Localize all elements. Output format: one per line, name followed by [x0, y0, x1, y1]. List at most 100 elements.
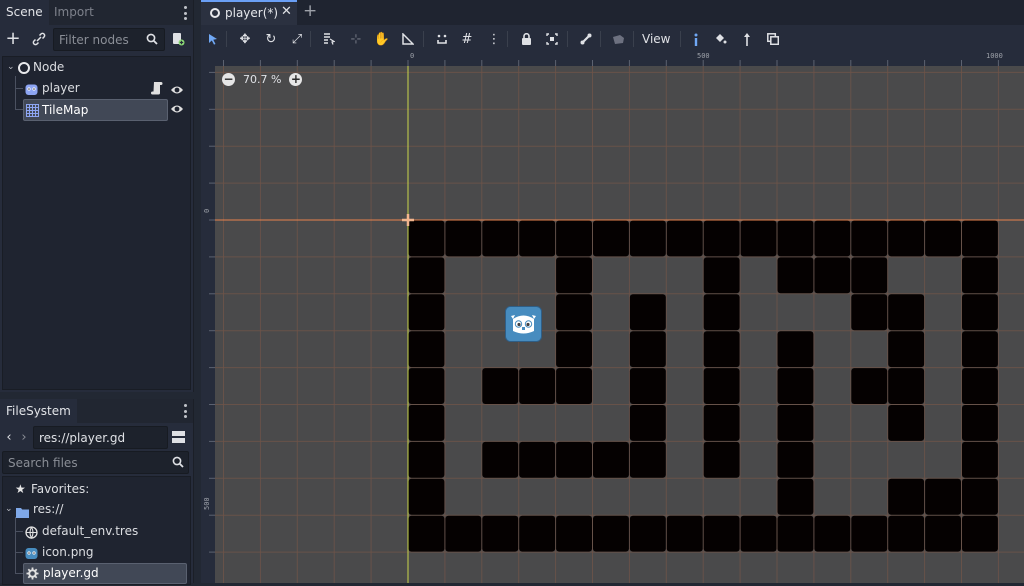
file-item-icon-png[interactable]: icon.png — [23, 542, 183, 563]
rotate-mode-icon[interactable]: ↻ — [261, 29, 281, 49]
tile-cell — [408, 220, 445, 257]
tile-cell — [814, 515, 851, 552]
lock-icon[interactable] — [516, 29, 536, 49]
player-sprite[interactable] — [505, 306, 542, 342]
search-files-text[interactable] — [3, 452, 188, 473]
scene-script-icon[interactable] — [169, 29, 187, 49]
eyedropper-icon[interactable] — [737, 29, 757, 49]
ruler-label-0: 0 — [203, 208, 211, 213]
path-field[interactable] — [33, 426, 168, 449]
godot-sprite-icon — [25, 82, 38, 95]
tile-cell — [408, 478, 445, 515]
canvas-viewport[interactable] — [215, 66, 1024, 583]
skeleton-bone-icon[interactable] — [576, 29, 596, 49]
paint-bucket-icon[interactable] — [710, 29, 730, 49]
link-instance-icon[interactable] — [30, 30, 48, 48]
tile-cell — [814, 220, 851, 257]
canvas-grid[interactable] — [215, 66, 1024, 583]
zoom-level[interactable]: 70.7 % — [243, 73, 281, 86]
tile-cell — [888, 331, 925, 368]
tile-cell — [962, 294, 998, 331]
tree-guide-line — [15, 76, 16, 109]
tree-guide-line — [15, 552, 23, 553]
toolbar-separator — [633, 31, 634, 47]
tab-filesystem[interactable]: FileSystem — [0, 399, 77, 423]
info-icon[interactable] — [686, 29, 706, 49]
list-select-icon[interactable] — [319, 29, 339, 49]
res-root-item[interactable]: ⌄ res:// — [5, 499, 185, 520]
zoom-in-icon[interactable]: + — [289, 72, 303, 86]
path-text[interactable] — [34, 427, 167, 448]
ruler-label-500: 500 — [697, 52, 710, 60]
chevron-down-icon[interactable]: ⌄ — [7, 57, 15, 78]
move-mode-icon[interactable]: ✥ — [235, 29, 255, 49]
tile-cell — [962, 368, 998, 404]
tab-scene[interactable]: Scene — [0, 0, 49, 25]
visibility-eye-icon[interactable] — [170, 103, 184, 115]
scene-dock-menu-icon[interactable] — [184, 6, 188, 20]
view-menu[interactable]: View — [642, 29, 670, 49]
ruler-top: 0 500 1000 — [201, 52, 1024, 66]
chevron-down-icon[interactable]: ⌄ — [5, 499, 13, 520]
add-tab-icon[interactable]: + — [303, 1, 317, 21]
tile-cell — [482, 441, 519, 478]
visibility-eye-icon[interactable] — [170, 82, 184, 94]
tree-item-tilemap[interactable]: TileMap — [23, 99, 168, 121]
pan-mode-icon[interactable]: ✋ — [372, 29, 392, 49]
scale-mode-icon[interactable]: ⤢ — [287, 29, 307, 49]
filesystem-menu-icon[interactable] — [184, 404, 188, 418]
tile-cell — [629, 515, 666, 552]
tile-cell — [556, 368, 592, 404]
back-arrow-icon[interactable]: ‹ — [4, 428, 14, 446]
split-view-icon[interactable] — [171, 430, 185, 444]
copy-icon[interactable] — [763, 29, 783, 49]
tile-cell — [519, 368, 556, 404]
toolbar-separator — [423, 31, 424, 47]
tile-cell — [888, 478, 925, 515]
script-attached-icon[interactable] — [151, 81, 163, 95]
select-mode-icon[interactable] — [203, 29, 223, 49]
tile-cell — [556, 294, 592, 331]
file-label: default_env.tres — [42, 524, 139, 538]
smart-snap-icon[interactable] — [432, 29, 452, 49]
tile-cell — [777, 257, 814, 294]
tile-cell — [703, 368, 740, 404]
file-tree: ★ Favorites: ⌄ res:// default_env.tres i… — [2, 476, 191, 585]
tile-cell — [408, 368, 445, 404]
search-files-input[interactable] — [2, 451, 189, 474]
tree-item-player[interactable]: player — [23, 78, 187, 99]
add-node-icon[interactable]: + — [4, 29, 22, 49]
scene-tree: ⌄ Node player TileMap — [2, 56, 191, 390]
close-icon[interactable]: ✕ — [281, 1, 292, 23]
tile-cell — [556, 220, 592, 257]
tile-cell — [777, 405, 814, 441]
circle-node-icon — [210, 8, 220, 18]
ruler-label-500: 500 — [203, 497, 211, 510]
tab-player-scene[interactable]: player(*) ✕ — [201, 0, 297, 25]
group-icon[interactable] — [542, 29, 562, 49]
tile-cell — [703, 220, 740, 257]
tile-cell — [740, 515, 777, 552]
snap-options-menu-icon[interactable]: ⋮ — [484, 29, 504, 49]
star-icon: ★ — [15, 482, 26, 496]
zoom-controls: − 70.7 % + — [222, 70, 303, 88]
tree-item-node[interactable]: ⌄ Node — [5, 57, 187, 78]
circle-node-icon — [18, 62, 30, 74]
file-item-default-env[interactable]: default_env.tres — [23, 521, 183, 542]
zoom-out-icon[interactable]: − — [222, 72, 235, 86]
file-item-player-gd[interactable]: player.gd — [23, 563, 187, 584]
forward-arrow-icon[interactable]: › — [19, 428, 29, 446]
tile-cell — [703, 294, 740, 331]
toolbar-separator — [310, 31, 311, 47]
tile-cell — [888, 294, 925, 331]
ruler-mode-icon[interactable] — [398, 29, 418, 49]
pivot-mode-icon[interactable]: ⊹ — [346, 29, 366, 49]
gear-script-icon — [26, 567, 39, 580]
tile-cell — [925, 220, 961, 257]
grid-snap-icon[interactable]: # — [457, 29, 477, 49]
toolbar-separator — [680, 31, 681, 47]
tile-cell — [408, 405, 445, 441]
tree-guide-line — [15, 531, 23, 532]
camera-override-icon[interactable] — [608, 29, 628, 49]
tab-import[interactable]: Import — [48, 0, 100, 25]
